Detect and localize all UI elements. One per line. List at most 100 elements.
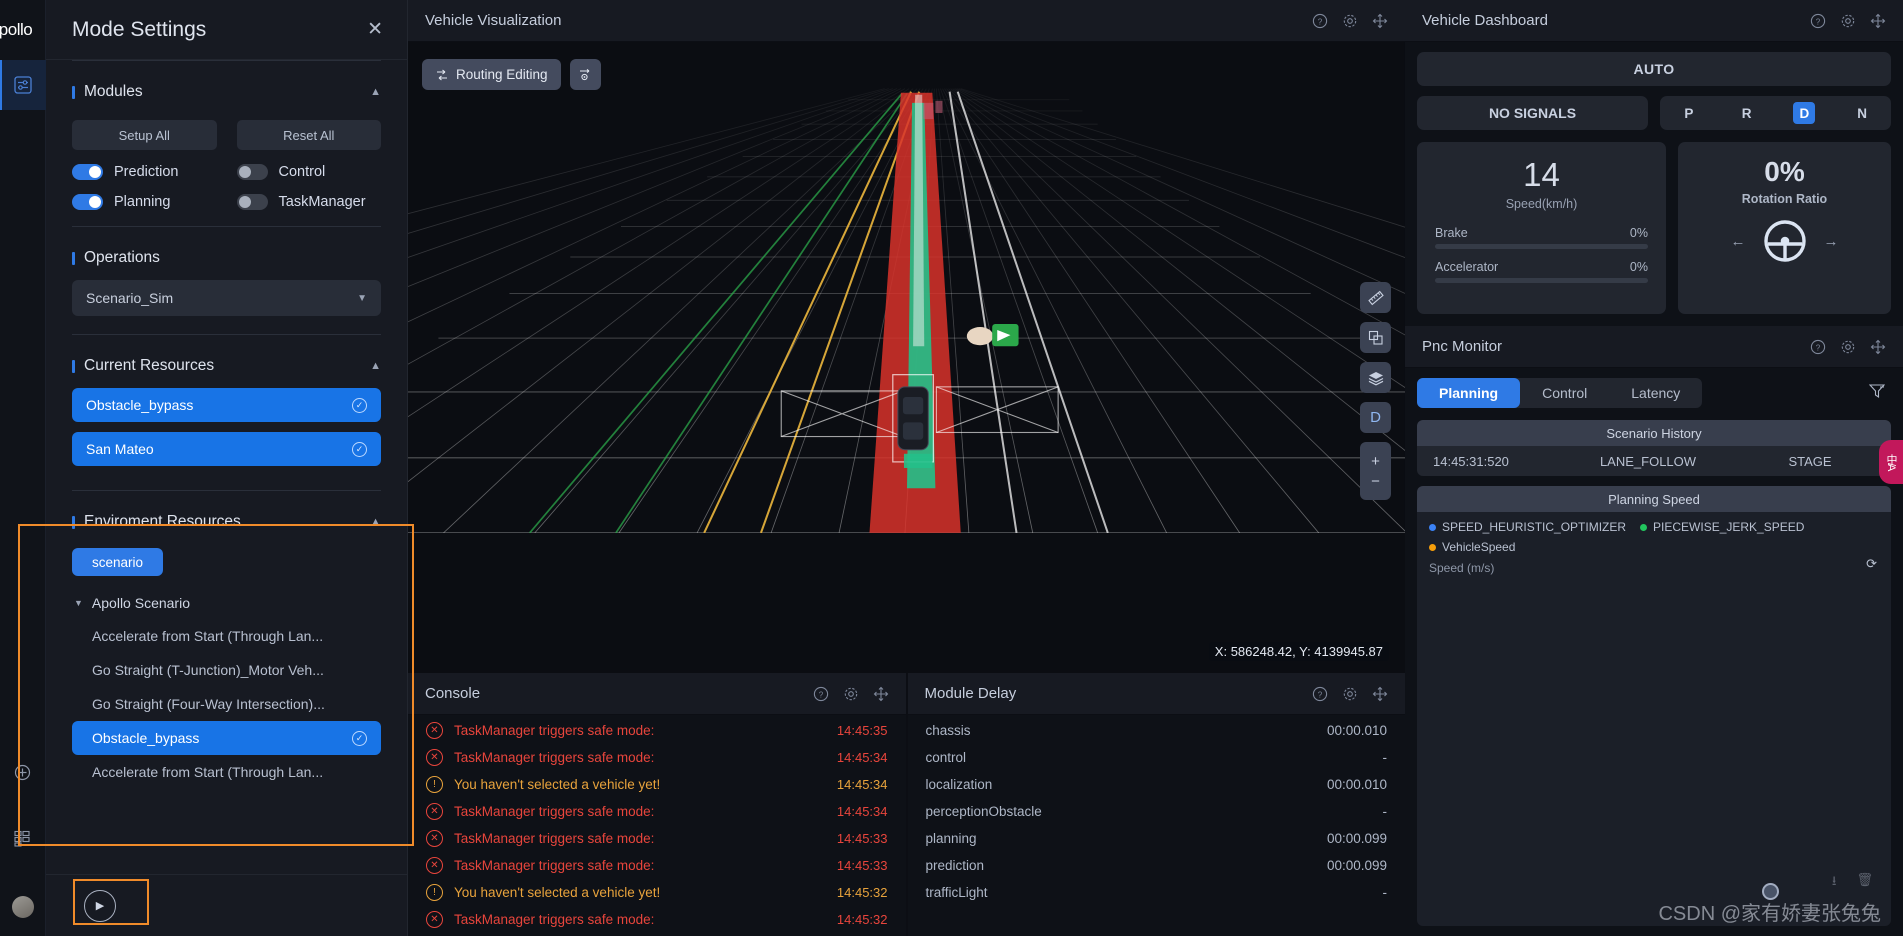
accelerator-progress [1435, 278, 1648, 283]
help-icon[interactable]: ? [1810, 339, 1826, 355]
pnc-tabs-row: Planning Control Latency [1417, 378, 1891, 408]
sliders-icon [13, 76, 32, 94]
chevron-up-icon[interactable]: ▲ [370, 360, 381, 372]
zoom-in-button[interactable]: + [1371, 453, 1380, 470]
console-header: Console ? [408, 673, 906, 715]
layers-icon[interactable] [1360, 362, 1391, 393]
console-message: TaskManager triggers safe mode: [454, 804, 655, 819]
tree-group-apollo-scenario[interactable]: ▼ Apollo Scenario [72, 590, 381, 619]
list-item[interactable]: Go Straight (Four-Way Intersection)... [72, 687, 381, 721]
close-icon[interactable]: ✕ [367, 20, 383, 39]
chart-legend-item[interactable]: VehicleSpeed [1429, 540, 1515, 554]
expand-icon[interactable] [1372, 13, 1388, 29]
toggle-switch[interactable] [72, 194, 103, 210]
current-resource-item[interactable]: Obstacle_bypass ✓ [72, 388, 381, 422]
chart-legend-item[interactable]: SPEED_HEURISTIC_OPTIMIZER [1429, 520, 1626, 534]
gear-r[interactable]: R [1736, 102, 1758, 124]
error-icon: ✕ [426, 857, 443, 874]
help-icon[interactable]: ? [1312, 13, 1328, 29]
console-log-row: ✕ TaskManager triggers safe mode: 14:45:33 [426, 852, 888, 879]
panel-title: Module Delay [924, 685, 1017, 702]
chevron-up-icon[interactable]: ▲ [370, 516, 381, 528]
module-delay-row: chassis 00:00.010 [926, 717, 1388, 744]
expand-icon[interactable] [1870, 13, 1886, 29]
list-item[interactable]: Accelerate from Start (Through Lan... [72, 755, 381, 789]
help-icon[interactable]: ? [1312, 686, 1328, 702]
pnc-monitor-header: Pnc Monitor ? [1405, 326, 1903, 368]
gear-p[interactable]: P [1678, 102, 1700, 124]
avatar[interactable] [11, 896, 34, 918]
operations-select[interactable]: Scenario_Sim ▼ [72, 280, 381, 316]
filter-icon[interactable] [1868, 383, 1886, 403]
console-log-list[interactable]: ✕ TaskManager triggers safe mode: 14:45:35… [408, 715, 906, 936]
gear-icon[interactable] [1840, 13, 1856, 29]
panel-title: Vehicle Dashboard [1422, 12, 1548, 29]
copy-icon[interactable] [1360, 322, 1391, 353]
environment-resources-section-header[interactable]: Enviroment Resources ▲ [72, 491, 381, 544]
console-timestamp: 14:45:34 [836, 777, 888, 792]
expand-icon[interactable] [1372, 686, 1388, 702]
camera-settings-button[interactable] [569, 59, 601, 90]
module-toggle-prediction[interactable]: Prediction [72, 164, 217, 180]
reset-all-button[interactable]: Reset All [236, 120, 381, 150]
chevron-up-icon[interactable]: ▲ [370, 86, 381, 98]
legend-label: SPEED_HEURISTIC_OPTIMIZER [1442, 520, 1627, 534]
refresh-icon[interactable]: ⟳ [1866, 556, 1877, 572]
module-delay-value: - [1382, 804, 1388, 819]
gear-icon[interactable] [1342, 13, 1358, 29]
routing-editing-button[interactable]: Routing Editing [422, 59, 561, 90]
gear-selector[interactable]: P R D N [1660, 96, 1891, 130]
toggle-switch[interactable] [236, 164, 268, 180]
speed-card: 14 Speed(km/h) Brake 0% Accelerator 0% [1417, 142, 1666, 314]
gear-icon[interactable] [1840, 339, 1856, 355]
steering-row: ← → [1678, 218, 1891, 264]
console-message: You haven't selected a vehicle yet! [454, 777, 661, 792]
tab-planning[interactable]: Planning [1417, 378, 1521, 408]
list-item[interactable]: Go Straight (T-Junction)_Motor Veh... [72, 653, 381, 687]
panel-header-icons: ? [1312, 13, 1388, 29]
sidebar-item-mode-settings[interactable] [0, 60, 46, 110]
list-item-selected[interactable]: Obstacle_bypass ✓ [72, 721, 381, 755]
vehicle-visualization-canvas[interactable]: Routing Editing D + − X: 586248.42, Y: 4… [408, 42, 1405, 673]
panel-title: Vehicle Visualization [425, 12, 562, 29]
help-icon[interactable]: ? [813, 686, 829, 702]
expand-icon[interactable] [873, 686, 889, 702]
ruler-icon[interactable] [1360, 282, 1391, 313]
module-delay-row: localization 00:00.010 [926, 771, 1388, 798]
gear-n[interactable]: N [1851, 102, 1873, 124]
chart-legend[interactable]: SPEED_HEURISTIC_OPTIMIZER PIECEWISE_JERK_… [1429, 520, 1879, 554]
gear-d[interactable]: D [1793, 102, 1816, 124]
expand-icon[interactable] [1870, 339, 1886, 355]
view-mode-d-button[interactable]: D [1360, 402, 1391, 433]
modules-buttons: Setup All Reset All [72, 120, 381, 150]
panel-header-icons: ? [1810, 339, 1886, 355]
chart-legend-item[interactable]: PIECEWISE_JERK_SPEED [1640, 520, 1804, 534]
layout-button[interactable] [14, 830, 31, 852]
list-item[interactable]: Accelerate from Start (Through Lan... [72, 619, 381, 653]
tab-control[interactable]: Control [1520, 378, 1609, 408]
module-toggle-control[interactable]: Control [236, 164, 382, 180]
toggle-switch[interactable] [72, 164, 103, 180]
add-panel-button[interactable] [14, 764, 31, 786]
auto-mode-button[interactable]: AUTO [1417, 52, 1891, 86]
tab-latency[interactable]: Latency [1609, 378, 1702, 408]
module-toggle-taskmanager[interactable]: TaskManager [236, 194, 382, 210]
setup-all-button[interactable]: Setup All [72, 120, 217, 150]
module-toggle-planning[interactable]: Planning [72, 194, 217, 210]
gear-icon[interactable] [1342, 686, 1358, 702]
toggle-switch[interactable] [236, 194, 268, 210]
play-button[interactable]: ▶ [84, 889, 116, 922]
zoom-out-button[interactable]: − [1371, 473, 1380, 490]
scenario-tag-button[interactable]: scenario [72, 548, 164, 576]
help-icon[interactable]: ? [1810, 13, 1826, 29]
list-item-label: Obstacle_bypass [92, 730, 200, 746]
language-toggle-button[interactable]: 中/A [1879, 440, 1903, 484]
brake-value: 0% [1629, 226, 1648, 240]
road-scene [408, 42, 1405, 533]
console-message: TaskManager triggers safe mode: [454, 831, 655, 846]
current-resource-item[interactable]: San Mateo ✓ [72, 432, 381, 466]
console-log-row: ✕ TaskManager triggers safe mode: 14:45:35 [426, 717, 888, 744]
current-resources-section-header[interactable]: Current Resources ▲ [72, 335, 381, 388]
modules-section-header[interactable]: Modules ▲ [72, 61, 381, 114]
gear-icon[interactable] [843, 686, 859, 702]
